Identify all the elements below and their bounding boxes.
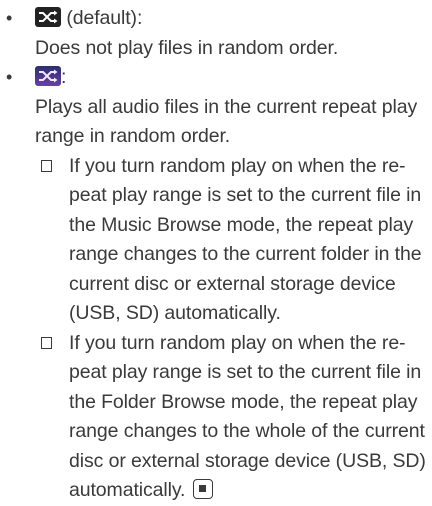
bullet: • [6, 67, 13, 87]
random-on-icon [35, 66, 61, 86]
item-description: Plays all audio files in the current rep… [35, 95, 418, 148]
end-of-section-icon [192, 479, 213, 499]
item-label-suffix: : [61, 66, 67, 88]
note-music-browse: If you turn random play on when the re-p… [35, 152, 432, 329]
note-text: If you turn random play on when the re-p… [69, 331, 426, 502]
bullet: • [6, 8, 13, 28]
random-off-icon [35, 7, 61, 27]
note-checkbox-icon [41, 159, 52, 172]
note-checkbox-icon [41, 336, 52, 349]
note-text: If you turn random play on when the re-p… [69, 154, 422, 325]
item-label-suffix: (default): [61, 7, 143, 29]
note-folder-browse: If you turn random play on when the re-p… [35, 329, 432, 506]
list-item-random-off: • (default): Does not play files in rand… [0, 4, 432, 63]
item-description: Does not play files in random order. [35, 36, 339, 59]
list-item-random-on: • : Plays all audio files in the current… [0, 63, 432, 506]
random-play-settings: • (default): Does not play files in rand… [0, 0, 432, 506]
